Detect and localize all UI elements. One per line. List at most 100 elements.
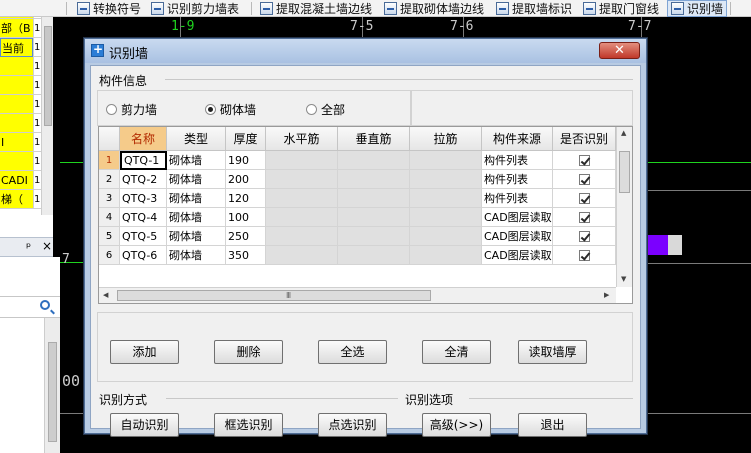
cell-recognize[interactable] [553, 189, 616, 208]
left-grid-row[interactable]: 部（B [0, 19, 33, 38]
cell-vertical-bar[interactable] [338, 170, 410, 189]
select-all-button[interactable]: 全选 [318, 340, 387, 364]
cell-tie-bar[interactable] [410, 189, 482, 208]
extract-concrete-wall-edge-button[interactable]: 提取混凝土墙边线 [260, 0, 372, 17]
search-icon[interactable] [40, 300, 50, 310]
radio-circle[interactable] [306, 104, 317, 115]
recognize-checkbox[interactable] [578, 230, 590, 242]
cell-type[interactable]: 砌体墙 [167, 246, 226, 265]
cell-horizontal-bar[interactable] [266, 151, 338, 170]
cell-type[interactable]: 砌体墙 [167, 170, 226, 189]
row-number[interactable]: 5 [99, 227, 120, 246]
cell-horizontal-bar[interactable] [266, 246, 338, 265]
table-row[interactable]: 5 QTQ-5 砌体墙 250 CAD图层读取 [99, 227, 616, 246]
grid-horizontal-scrollbar[interactable]: ◀ III ▶ [99, 287, 616, 303]
left-grid-row[interactable] [0, 95, 33, 114]
left-grid-row[interactable] [0, 76, 33, 95]
radio-shear-wall[interactable]: 剪力墙 [106, 101, 157, 118]
cell-name[interactable]: QTQ-2 [120, 170, 167, 189]
cell-vertical-bar[interactable] [338, 227, 410, 246]
delete-button[interactable]: 删除 [214, 340, 283, 364]
read-thickness-button[interactable]: 读取墙厚 [518, 340, 587, 364]
auto-recognize-button[interactable]: 自动识别 [110, 413, 179, 437]
radio-masonry-wall[interactable]: 砌体墙 [205, 101, 256, 118]
left-property-grid[interactable]: E 部（B 1 当前 1 1 1 1 1 I 1 1 CADI 1 梯（ 1 [0, 0, 53, 215]
left-grid-row[interactable] [0, 114, 33, 133]
cell-source[interactable]: CAD图层读取 [482, 246, 553, 265]
cell-recognize[interactable] [553, 170, 616, 189]
search-input[interactable] [0, 296, 60, 318]
convert-symbol-button[interactable]: 转换符号 [77, 0, 141, 17]
left-grid-row[interactable] [0, 57, 33, 76]
scroll-thumb[interactable] [619, 151, 630, 193]
cell-vertical-bar[interactable] [338, 208, 410, 227]
cell-vertical-bar[interactable] [338, 246, 410, 265]
cell-recognize[interactable] [553, 246, 616, 265]
radio-all[interactable]: 全部 [306, 101, 345, 118]
cell-thickness[interactable]: 100 [226, 208, 266, 227]
table-row[interactable]: 3 QTQ-3 砌体墙 120 构件列表 [99, 189, 616, 208]
left-grid-scrollbar[interactable] [41, 0, 53, 215]
scroll-down-icon[interactable]: ▼ [621, 275, 626, 283]
recognize-shear-wall-table-button[interactable]: 识别剪力墙表 [151, 0, 239, 17]
cell-vertical-bar[interactable] [338, 189, 410, 208]
cell-tie-bar[interactable] [410, 151, 482, 170]
col-header-type[interactable]: 类型 [167, 127, 226, 151]
grid-vertical-scrollbar[interactable]: ▲ ▼ [616, 127, 632, 287]
cell-type[interactable]: 砌体墙 [167, 151, 226, 170]
recognize-checkbox[interactable] [578, 173, 590, 185]
col-header-source[interactable]: 构件来源 [482, 127, 553, 151]
left-grid-row[interactable]: CADI [0, 171, 33, 190]
scroll-thumb[interactable] [44, 26, 52, 126]
cell-tie-bar[interactable] [410, 170, 482, 189]
extract-door-window-line-button[interactable]: 提取门窗线 [583, 0, 659, 17]
cell-tie-bar[interactable] [410, 227, 482, 246]
cell-tie-bar[interactable] [410, 246, 482, 265]
scroll-left-icon[interactable]: ◀ [103, 291, 108, 299]
cell-type[interactable]: 砌体墙 [167, 227, 226, 246]
box-recognize-button[interactable]: 框选识别 [214, 413, 283, 437]
row-number[interactable]: 2 [99, 170, 120, 189]
row-number[interactable]: 3 [99, 189, 120, 208]
cell-recognize[interactable] [553, 151, 616, 170]
cell-thickness[interactable]: 200 [226, 170, 266, 189]
cell-source[interactable]: CAD图层读取 [482, 227, 553, 246]
cell-horizontal-bar[interactable] [266, 208, 338, 227]
cell-horizontal-bar[interactable] [266, 170, 338, 189]
dialog-titlebar[interactable]: 识别墙 ✕ [85, 39, 646, 63]
scroll-thumb[interactable] [48, 342, 57, 442]
cell-source[interactable]: 构件列表 [482, 170, 553, 189]
cell-name[interactable]: QTQ-5 [120, 227, 167, 246]
extract-masonry-wall-edge-button[interactable]: 提取砌体墙边线 [384, 0, 484, 17]
table-row[interactable]: 6 QTQ-6 砌体墙 350 CAD图层读取 [99, 246, 616, 265]
cell-source[interactable]: 构件列表 [482, 151, 553, 170]
left-grid-row[interactable]: I [0, 133, 33, 152]
cell-name[interactable]: QTQ-3 [120, 189, 167, 208]
col-header-recognize[interactable]: 是否识别 [553, 127, 616, 151]
pin-icon[interactable]: ᵖ [26, 240, 31, 254]
grid-corner[interactable] [99, 127, 120, 151]
cell-name[interactable]: QTQ-1 [120, 151, 167, 170]
col-header-thickness[interactable]: 厚度 [226, 127, 266, 151]
row-number[interactable]: 1 [99, 151, 120, 170]
clear-all-button[interactable]: 全清 [422, 340, 491, 364]
close-button[interactable]: ✕ [599, 42, 640, 59]
left-grid-row[interactable]: 当前 [0, 38, 33, 57]
table-row[interactable]: 2 QTQ-2 砌体墙 200 构件列表 [99, 170, 616, 189]
cell-thickness[interactable]: 120 [226, 189, 266, 208]
exit-button[interactable]: 退出 [518, 413, 587, 437]
cell-vertical-bar[interactable] [338, 151, 410, 170]
col-header-horizontal-bar[interactable]: 水平筋 [266, 127, 338, 151]
add-button[interactable]: 添加 [110, 340, 179, 364]
cell-name[interactable]: QTQ-4 [120, 208, 167, 227]
cell-horizontal-bar[interactable] [266, 227, 338, 246]
left-grid-row[interactable] [0, 152, 33, 171]
cell-name[interactable]: QTQ-6 [120, 246, 167, 265]
cell-thickness[interactable]: 190 [226, 151, 266, 170]
scroll-right-icon[interactable]: ▶ [604, 291, 609, 299]
scroll-thumb[interactable]: III [117, 290, 431, 301]
table-row[interactable]: 4 QTQ-4 砌体墙 100 CAD图层读取 [99, 208, 616, 227]
cell-recognize[interactable] [553, 208, 616, 227]
left-panel-scrollbar[interactable] [44, 318, 60, 453]
cell-recognize[interactable] [553, 227, 616, 246]
